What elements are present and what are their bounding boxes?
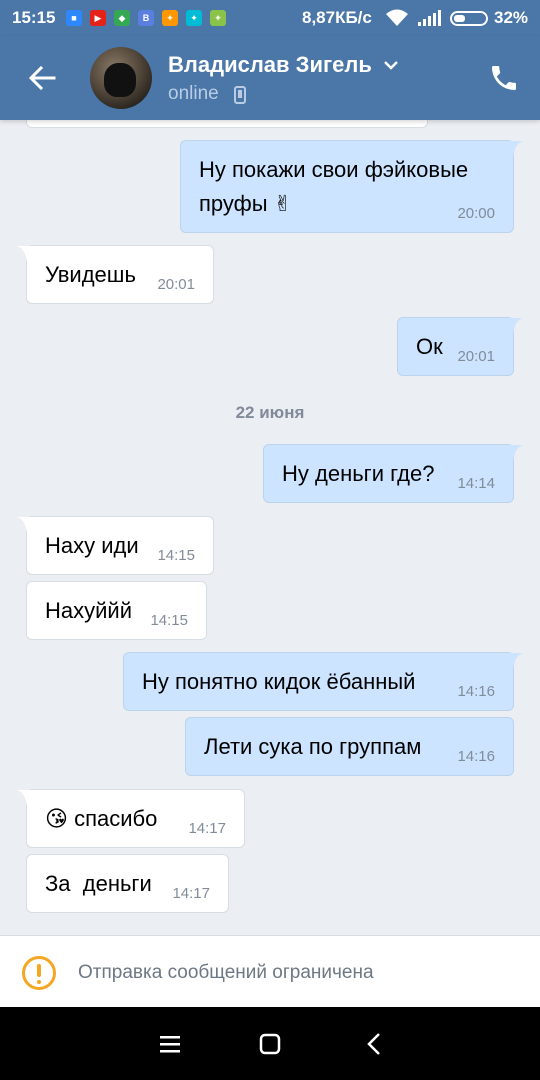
message-time: 14:17 <box>188 820 226 837</box>
message-text: За деньги <box>45 871 152 896</box>
message-bubble[interactable]: Ну деньги где? 14:14 <box>263 444 523 503</box>
battery-icon <box>450 11 488 26</box>
message-time: 20:01 <box>157 276 195 293</box>
bubble-tail <box>507 445 523 461</box>
network-speed: 8,87КБ/с <box>302 8 372 27</box>
back-arrow-icon[interactable] <box>24 60 60 96</box>
message-time: 14:17 <box>172 885 210 902</box>
message-bubble[interactable]: Ну покажи свои фэйковые пруфы ✌ 20:00 <box>180 140 523 233</box>
app-icon: ■ <box>66 10 82 26</box>
phone-icon[interactable] <box>488 62 520 94</box>
message-bubble[interactable]: 😘 спасибо 14:17 <box>17 789 245 848</box>
status-time: 15:15 <box>12 8 56 27</box>
message-bubble[interactable]: Нахуййй 14:15 <box>26 581 207 640</box>
system-nav-bar <box>0 1007 540 1080</box>
message-time: 14:14 <box>457 475 495 492</box>
message-text: Ну покажи свои фэйковые пруфы ✌ <box>199 153 468 221</box>
restriction-notice: Отправка сообщений ограничена <box>0 935 540 1007</box>
notification-icons: ■ ▶ ◆ В ✦ ✦ ✦ <box>66 10 226 26</box>
signal-icon <box>418 10 441 26</box>
menu-icon[interactable] <box>157 1031 183 1057</box>
bubble-tail <box>507 141 523 157</box>
message-text: Ну понятно кидок ёбанный <box>142 669 416 694</box>
battery-percent: 32% <box>494 8 529 27</box>
message-time: 14:15 <box>150 612 188 629</box>
bubble-tail <box>17 790 33 806</box>
chat-header: Владислав Зигель online <box>0 36 540 120</box>
wifi-icon <box>386 9 408 26</box>
home-icon[interactable] <box>257 1031 283 1057</box>
message-text: Увидешь <box>45 262 136 287</box>
avatar[interactable] <box>90 47 152 109</box>
message-time: 20:00 <box>457 205 495 222</box>
message-text: Нахуййй <box>45 598 132 623</box>
message-bubble[interactable]: Увидешь 20:01 <box>17 245 214 304</box>
back-icon[interactable] <box>362 1031 388 1057</box>
message-bubble[interactable]: Лети сука по группам 14:16 <box>185 717 514 776</box>
contact-status: online <box>168 83 219 104</box>
message-text: Ну деньги где? <box>282 461 435 486</box>
youtube-icon: ▶ <box>90 10 106 26</box>
message-text-line: пруфы ✌ <box>199 191 293 216</box>
message-bubble[interactable]: За деньги 14:17 <box>26 854 229 913</box>
kiss-emoji-icon: 😘 <box>45 806 68 831</box>
message-time: 20:01 <box>457 348 495 365</box>
message-text: Наху иди <box>45 533 139 558</box>
message-time: 14:15 <box>157 547 195 564</box>
pinwheel-icon: ✦ <box>162 10 178 26</box>
message-text: Ок <box>416 334 443 359</box>
message-bubble[interactable]: Наху иди 14:15 <box>17 516 214 575</box>
mobile-device-icon <box>234 86 246 104</box>
message-time: 14:16 <box>457 683 495 700</box>
bubble-tail <box>507 653 523 669</box>
bubble-tail <box>17 246 33 262</box>
vk-icon: В <box>138 10 154 26</box>
message-time: 14:16 <box>457 748 495 765</box>
message-bubble[interactable]: Ну понятно кидок ёбанный 14:16 <box>123 652 523 711</box>
message-text: 😘 спасибо <box>45 802 157 836</box>
chevron-down-icon[interactable] <box>382 58 400 72</box>
pinwheel-icon: ✦ <box>186 10 202 26</box>
message-text-label: спасибо <box>74 806 158 831</box>
contact-name[interactable]: Владислав Зигель <box>168 52 372 78</box>
pinwheel-icon: ✦ <box>210 10 226 26</box>
message-bubble[interactable]: Ок 20:01 <box>397 317 523 376</box>
bubble-tail <box>17 517 33 533</box>
restriction-notice-text: Отправка сообщений ограничена <box>78 962 374 983</box>
maps-icon: ◆ <box>114 10 130 26</box>
status-bar: 15:15 ■ ▶ ◆ В ✦ ✦ ✦ 8,87КБ/с 32% <box>0 0 540 36</box>
message-text-line: Ну покажи свои фэйковые <box>199 157 469 182</box>
message-text: Лети сука по группам <box>204 734 422 759</box>
date-separator: 22 июня <box>235 403 305 422</box>
bubble-tail <box>507 318 523 334</box>
warning-icon <box>22 956 56 990</box>
